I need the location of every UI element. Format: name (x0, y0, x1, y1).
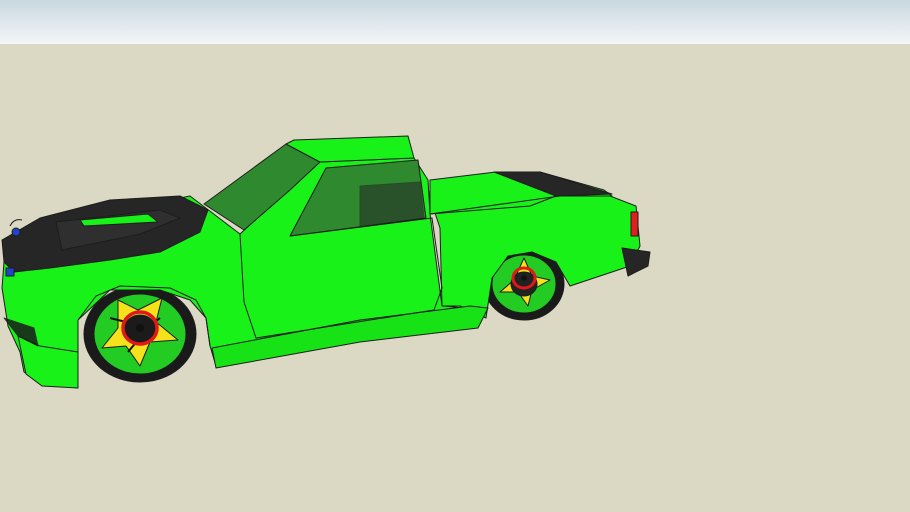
3d-scene[interactable] (0, 0, 910, 512)
headlight-marker (5, 267, 15, 277)
sketchup-viewport[interactable] (0, 0, 910, 512)
side-window-shade (359, 181, 425, 227)
taillight (630, 211, 639, 237)
mirror-dot (11, 227, 21, 237)
sky (0, 0, 910, 44)
front-wheel (83, 285, 197, 383)
